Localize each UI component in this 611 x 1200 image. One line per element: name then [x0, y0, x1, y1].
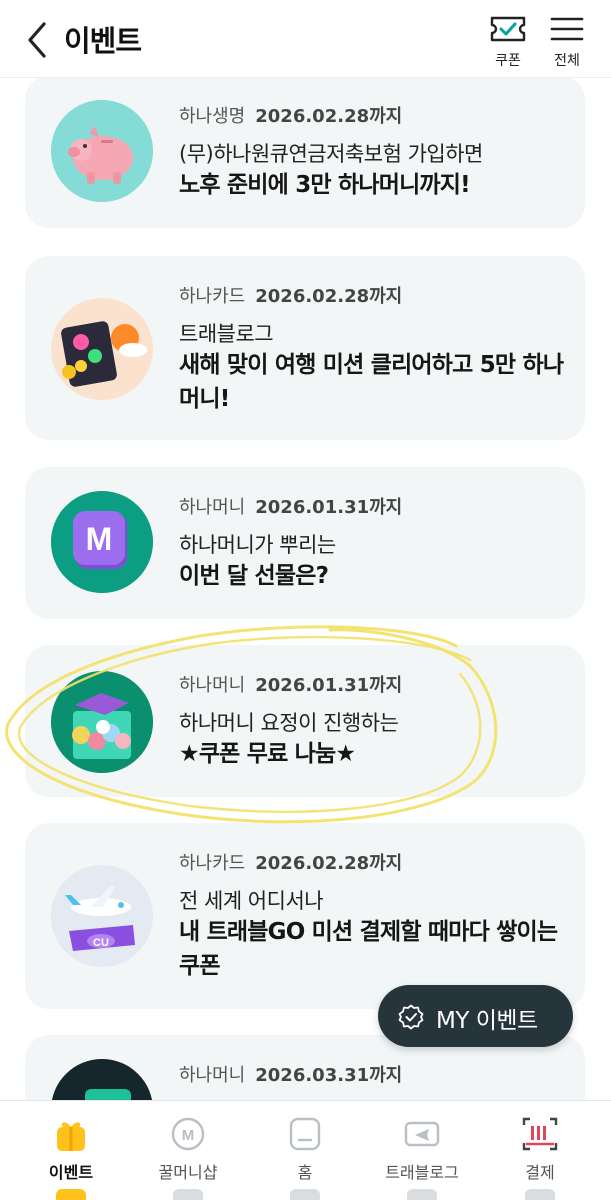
- next-row-peek: [290, 1189, 320, 1200]
- svg-text:M: M: [86, 521, 113, 557]
- event-date: 2026.02.28까지: [255, 853, 403, 874]
- gift-icon: [57, 1122, 85, 1151]
- event-card[interactable]: 하나생명 2026.02.28까지 (무)하나원큐연금저축보험 가입하면 노후 준…: [25, 78, 585, 228]
- my-event-button[interactable]: MY 이벤트: [378, 985, 573, 1047]
- event-card[interactable]: CU 하나카드 2026.02.28까지 전 세계 어디서나 내 트래블GO 미션…: [25, 823, 585, 1009]
- event-category: 하나머니: [179, 497, 246, 518]
- ticket-icon: [51, 1059, 153, 1100]
- event-category: 하나머니: [179, 675, 246, 696]
- next-row-peek: [173, 1189, 203, 1200]
- page-title: 이벤트: [64, 24, 142, 58]
- event-headline: ★쿠폰 무료 나눔★: [179, 741, 356, 767]
- event-subtitle: 하나머니 요정이 진행하는: [179, 711, 399, 735]
- event-subtitle: 하나머니가 뿌리는: [179, 533, 336, 557]
- plane-ticket-icon: [404, 1121, 440, 1147]
- back-button[interactable]: [22, 20, 54, 60]
- next-row-peek: [407, 1189, 437, 1200]
- all-menu-button[interactable]: 전체: [541, 14, 593, 70]
- event-date: 2026.03.31까지: [255, 1065, 403, 1086]
- event-headline: 노후 준비에 3만 하나머니까지!: [179, 172, 471, 198]
- nav-item-payment[interactable]: 결제: [485, 1115, 595, 1183]
- piggy-bank-icon: [51, 100, 153, 202]
- event-category: 하나카드: [179, 853, 246, 874]
- my-event-label: MY 이벤트: [436, 1008, 538, 1034]
- event-date: 2026.01.31까지: [255, 497, 403, 518]
- nav-label: 트래블로그: [385, 1163, 459, 1182]
- travel-card-icon: [51, 298, 153, 400]
- gift-box-icon: [51, 671, 153, 773]
- event-date: 2026.02.28까지: [255, 106, 403, 127]
- bottom-navigation: 이벤트 M 꿀머니샵 홈 트래블로그 결제: [0, 1100, 611, 1200]
- barcode-scan-icon: [522, 1117, 558, 1151]
- next-row-peek: [56, 1189, 86, 1200]
- event-list: 하나생명 2026.02.28까지 (무)하나원큐연금저축보험 가입하면 노후 준…: [0, 78, 611, 1100]
- nav-label: 이벤트: [48, 1163, 94, 1182]
- event-category: 하나생명: [179, 106, 246, 127]
- event-date: 2026.01.31까지: [255, 675, 403, 696]
- event-subtitle: (무)하나원큐연금저축보험 가입하면: [179, 142, 483, 166]
- event-category: 하나머니: [179, 1065, 246, 1086]
- event-headline: 새해 맞이 여행 미션 클리어하고 5만 하나머니!: [179, 352, 564, 412]
- event-headline: 내 트래블GO 미션 결제할 때마다 쌓이는 쿠폰: [179, 919, 558, 979]
- event-date: 2026.02.28까지: [255, 286, 403, 307]
- top-header: 이벤트 쿠폰 전체: [0, 0, 611, 78]
- event-card[interactable]: M 하나머니 2026.01.31까지 하나머니가 뿌리는 이번 달 선물은?: [25, 467, 585, 619]
- nav-item-home[interactable]: 홈: [250, 1115, 360, 1183]
- nav-item-event[interactable]: 이벤트: [16, 1115, 126, 1183]
- nav-label: 홈: [297, 1163, 313, 1182]
- event-card[interactable]: 하나카드 2026.02.28까지 트래블로그 새해 맞이 여행 미션 클리어하고…: [25, 256, 585, 440]
- check-badge-icon: [398, 1004, 424, 1030]
- next-row-peek: [525, 1189, 555, 1200]
- nav-label: 결제: [525, 1163, 555, 1182]
- nav-label: 꿀머니샵: [158, 1163, 218, 1182]
- hamburger-menu-icon: [550, 17, 584, 41]
- m-coin-icon: M: [171, 1117, 205, 1151]
- event-subtitle: 트래블로그: [179, 322, 274, 346]
- airplane-icon: CU: [51, 865, 153, 967]
- coupon-ticket-icon: [490, 16, 526, 42]
- menu-label: 전체: [554, 53, 580, 69]
- event-card[interactable]: 하나머니 2026.01.31까지 하나머니 요정이 진행하는 ★쿠폰 무료 나눔…: [25, 645, 585, 797]
- coupon-label: 쿠폰: [495, 53, 521, 69]
- coupon-button[interactable]: 쿠폰: [482, 14, 534, 70]
- svg-text:CU: CU: [93, 937, 109, 949]
- nav-item-honey-money-shop[interactable]: M 꿀머니샵: [133, 1115, 243, 1183]
- event-headline: 이번 달 선물은?: [179, 563, 329, 589]
- m-logo-icon: M: [51, 491, 153, 593]
- event-category: 하나카드: [179, 286, 246, 307]
- nav-item-travelog[interactable]: 트래블로그: [367, 1115, 477, 1183]
- chevron-left-icon: [28, 22, 46, 58]
- svg-text:M: M: [182, 1127, 195, 1144]
- home-icon: [289, 1117, 321, 1151]
- event-subtitle: 전 세계 어디서나: [179, 889, 324, 913]
